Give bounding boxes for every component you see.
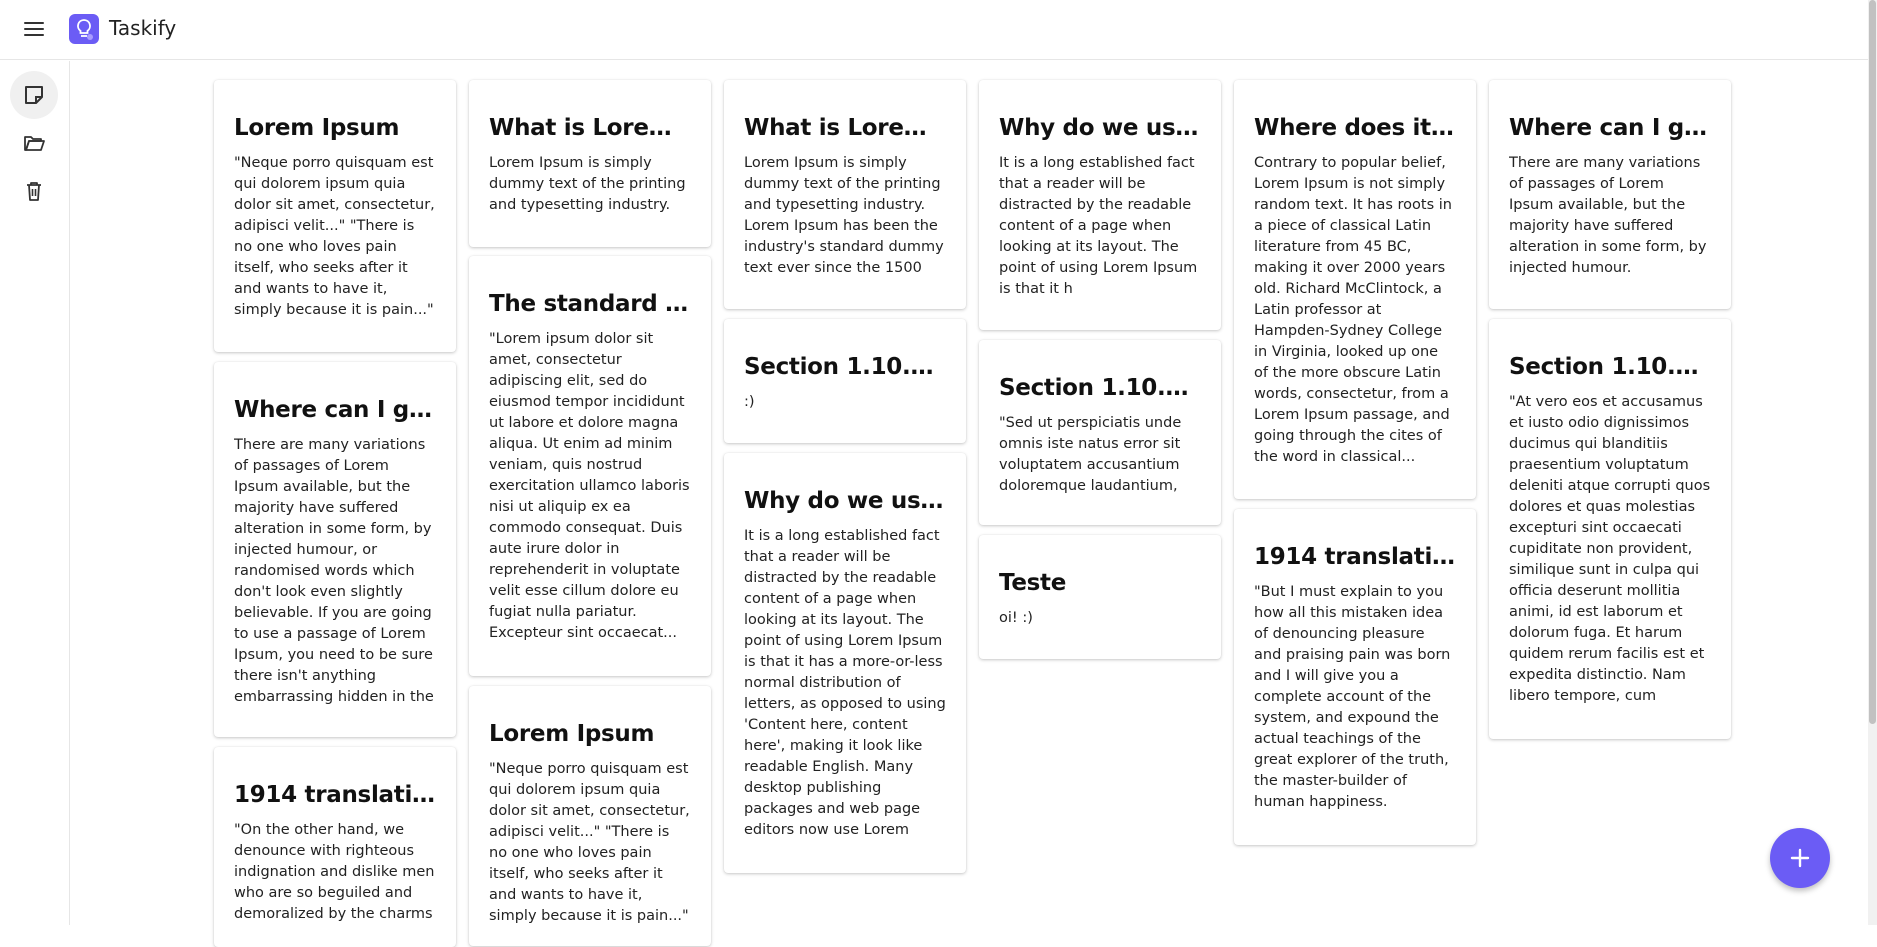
hamburger-icon[interactable] xyxy=(22,18,46,40)
note-card[interactable]: What is Lorem Ipsum? Lorem Ipsum is simp… xyxy=(724,80,966,309)
folder-open-icon xyxy=(24,136,45,151)
note-body: oi! :) xyxy=(999,610,1033,626)
note-body: "Neque porro quisquam est qui dolorem ip… xyxy=(489,761,690,924)
note-title: Where can I get some? xyxy=(234,397,436,423)
note-title: Section 1.10.32 of de Finibus xyxy=(744,354,946,380)
note-card[interactable]: The standard Lorem Ipsum passage "Lorem … xyxy=(469,256,711,676)
note-title: What is Lorem Ipsum? xyxy=(744,115,946,141)
trash-icon xyxy=(27,182,41,201)
note-title: Teste xyxy=(999,570,1067,596)
sticky-note-icon xyxy=(25,86,43,104)
note-title: 1914 translation by H. Rackham xyxy=(234,782,436,808)
note-title: The standard Lorem Ipsum passage xyxy=(489,291,691,317)
note-body: "At vero eos et accusamus et iusto odio … xyxy=(1509,394,1711,704)
note-title: Section 1.10.32 of de Finibus xyxy=(999,375,1201,401)
note-title: Where does it come from? xyxy=(1254,115,1456,141)
note-title: Where can I get some? xyxy=(1509,115,1711,141)
note-body: "On the other hand, we denounce with rig… xyxy=(234,822,435,922)
note-title: Why do we use it? xyxy=(999,115,1201,141)
plus-icon xyxy=(1790,848,1810,868)
note-body: :) xyxy=(744,394,755,410)
note-card[interactable]: Why do we use it? It is a long establish… xyxy=(979,80,1221,330)
lightbulb-icon xyxy=(69,14,99,44)
note-card[interactable]: 1914 translation by H. Rackham "But I mu… xyxy=(1234,509,1476,845)
note-card[interactable]: Section 1.10.32 of de Finibus :) xyxy=(724,319,966,443)
note-title: Why do we use it? xyxy=(744,488,946,514)
note-body: Lorem Ipsum is simply dummy text of the … xyxy=(489,155,686,213)
note-body: "Lorem ipsum dolor sit amet, consectetur… xyxy=(489,331,690,641)
note-card[interactable]: Teste oi! :) xyxy=(979,535,1221,659)
note-body: "But I must explain to you how all this … xyxy=(1254,584,1451,810)
sidebar-item-archive[interactable] xyxy=(10,119,58,167)
note-body: Lorem Ipsum is simply dummy text of the … xyxy=(744,155,944,276)
note-card[interactable]: Section 1.10.33 of de Finibus "At vero e… xyxy=(1489,319,1731,739)
app-title: Taskify xyxy=(109,16,177,40)
scrollbar-thumb[interactable] xyxy=(1869,0,1876,724)
note-body: "Sed ut perspiciatis unde omnis iste nat… xyxy=(999,415,1182,494)
note-title: 1914 translation by H. Rackham xyxy=(1254,544,1456,570)
sidebar xyxy=(0,61,70,925)
sidebar-item-notes[interactable] xyxy=(10,71,58,119)
note-card[interactable]: What is Lorem Ipsum? Lorem Ipsum is simp… xyxy=(469,80,711,247)
note-body: It is a long established fact that a rea… xyxy=(744,528,946,838)
note-body: It is a long established fact that a rea… xyxy=(999,155,1198,297)
note-card[interactable]: Where can I get some? There are many var… xyxy=(1489,80,1731,309)
note-title: Lorem Ipsum xyxy=(234,115,400,141)
note-title: Section 1.10.33 of de Finibus xyxy=(1509,354,1711,380)
note-title: Lorem Ipsum xyxy=(489,721,655,747)
note-body: There are many variations of passages of… xyxy=(1509,155,1707,276)
top-app-bar: Taskify xyxy=(0,0,1868,60)
note-body: Contrary to popular belief, Lorem Ipsum … xyxy=(1254,155,1452,465)
note-card[interactable]: Where can I get some? There are many var… xyxy=(214,362,456,737)
note-card[interactable]: Lorem Ipsum "Neque porro quisquam est qu… xyxy=(214,80,456,352)
note-title: What is Lorem Ipsum? xyxy=(489,115,691,141)
note-body: "Neque porro quisquam est qui dolorem ip… xyxy=(234,155,435,318)
note-card[interactable]: 1914 translation by H. Rackham "On the o… xyxy=(214,747,456,947)
note-card[interactable]: Why do we use it? It is a long establish… xyxy=(724,453,966,873)
sidebar-item-trash[interactable] xyxy=(10,167,58,215)
note-card[interactable]: Where does it come from? Contrary to pop… xyxy=(1234,80,1476,499)
note-body: There are many variations of passages of… xyxy=(234,437,434,705)
note-card[interactable]: Section 1.10.32 of de Finibus "Sed ut pe… xyxy=(979,340,1221,525)
note-card[interactable]: Lorem Ipsum "Neque porro quisquam est qu… xyxy=(469,686,711,946)
vertical-scrollbar[interactable] xyxy=(1868,0,1877,925)
add-note-button[interactable] xyxy=(1770,828,1830,888)
